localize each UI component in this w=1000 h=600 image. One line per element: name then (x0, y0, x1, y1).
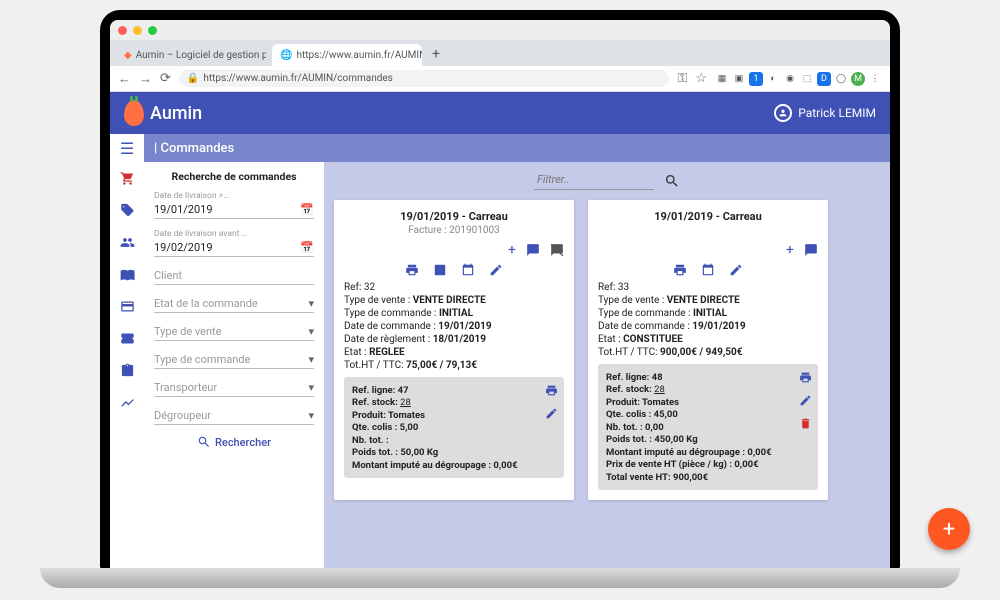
edit-icon[interactable] (545, 406, 558, 421)
card-header: 19/01/2019 - Carreau (598, 210, 818, 223)
line-detail: Ref. ligne: 48 Ref. stock: 28 Produit: T… (598, 364, 818, 490)
print-icon[interactable] (799, 370, 812, 385)
degroupeur-field[interactable]: Dégroupeur ▾ (154, 407, 314, 425)
laptop-base (40, 568, 960, 588)
tag-icon[interactable] (120, 200, 135, 218)
calendar-icon[interactable] (461, 262, 475, 278)
type-cmd-field[interactable]: Type de commande ▾ (154, 351, 314, 369)
browser-tab-2[interactable]: 🌐 https://www.aumin.fr/AUMIN/c… × (272, 44, 422, 66)
type-vente-field[interactable]: Type de vente ▾ (154, 323, 314, 341)
clipboard-icon[interactable] (120, 360, 135, 378)
new-tab-button[interactable]: + (422, 42, 450, 66)
extension-icon[interactable]: D (817, 72, 831, 86)
chevron-down-icon: ▾ (308, 297, 314, 310)
chevron-down-icon: ▾ (308, 353, 314, 366)
user-menu[interactable]: Patrick LEMIM (774, 104, 876, 122)
print-icon[interactable] (673, 262, 687, 278)
chart-icon[interactable] (120, 392, 135, 410)
transporteur-field[interactable]: Transporteur ▾ (154, 379, 314, 397)
subheader: ☰ | Commandes (110, 134, 890, 162)
forward-icon[interactable]: → (139, 71, 152, 87)
back-icon[interactable]: ← (118, 71, 131, 87)
calendar-icon[interactable]: 📅 (300, 203, 314, 216)
app-header: Aumin Patrick LEMIM (110, 92, 890, 134)
message-icon[interactable] (526, 242, 540, 258)
order-card: 19/01/2019 - Carreau Facture : 201901003… (334, 200, 574, 500)
close-window-icon[interactable] (118, 26, 127, 35)
url-text: https://www.aumin.fr/AUMIN/commandes (203, 73, 392, 84)
browser-tabs: ◆ Aumin – Logiciel de gestion pou… × 🌐 h… (110, 40, 890, 66)
print-icon[interactable] (545, 383, 558, 398)
search-button[interactable]: Rechercher (154, 435, 314, 449)
card-header: 19/01/2019 - Carreau (344, 210, 564, 223)
sidebar (110, 162, 144, 570)
page-title: | Commandes (144, 141, 234, 156)
search-icon[interactable] (664, 171, 680, 190)
address-bar: ← → ⟳ 🔒 https://www.aumin.fr/AUMIN/comma… (110, 66, 890, 92)
brand-name: Aumin (150, 103, 202, 124)
edit-icon[interactable] (729, 262, 743, 278)
carrot-icon (124, 100, 144, 126)
minimize-window-icon[interactable] (133, 26, 142, 35)
ref-line: Ref: 32 (344, 282, 564, 293)
delete-icon[interactable] (799, 416, 812, 431)
etat-field[interactable]: Etat de la commande ▾ (154, 295, 314, 313)
reload-icon[interactable]: ⟳ (160, 71, 171, 86)
edit-icon[interactable] (799, 393, 812, 408)
chevron-down-icon: ▾ (308, 381, 314, 394)
add-icon[interactable]: + (786, 242, 794, 258)
cart-icon[interactable] (120, 168, 135, 186)
chevron-down-icon: ▾ (308, 409, 314, 422)
ref-line: Ref: 33 (598, 282, 818, 293)
calendar-icon[interactable]: 📅 (300, 241, 314, 254)
extension-icon[interactable]: ◐ (766, 72, 780, 86)
url-input[interactable]: 🔒 https://www.aumin.fr/AUMIN/commandes (179, 70, 670, 87)
profile-avatar-icon[interactable]: M (851, 72, 865, 86)
menu-toggle-button[interactable]: ☰ (110, 134, 144, 162)
date-before-field[interactable]: Date de livraison avant … 19/02/2019 📅 (154, 229, 314, 257)
maximize-window-icon[interactable] (148, 26, 157, 35)
browser-tab-1[interactable]: ◆ Aumin – Logiciel de gestion pou… × (116, 44, 266, 66)
notebook-icon[interactable] (433, 262, 447, 278)
add-icon[interactable]: + (508, 242, 516, 258)
client-field[interactable]: Client (154, 267, 314, 285)
extension-icon[interactable]: ▦ (715, 72, 729, 86)
menu-icon[interactable]: ⋮ (868, 72, 882, 86)
favicon-icon: 🌐 (280, 50, 292, 61)
people-icon[interactable] (120, 232, 135, 250)
date-after-field[interactable]: Date de livraison >… 19/01/2019 📅 (154, 191, 314, 219)
card-invoice: Facture : 201901003 (344, 225, 564, 236)
extension-icon[interactable]: 1 (749, 72, 763, 86)
print-icon[interactable] (405, 262, 419, 278)
mac-window-controls (110, 20, 890, 40)
message-off-icon[interactable] (550, 242, 564, 258)
user-name: Patrick LEMIM (798, 106, 876, 120)
main-content: 19/01/2019 - Carreau Facture : 201901003… (324, 162, 890, 570)
extension-icon[interactable]: ◯ (834, 72, 848, 86)
book-icon[interactable] (120, 264, 135, 282)
extension-icon[interactable]: ▣ (732, 72, 746, 86)
card-icon[interactable] (120, 296, 135, 314)
user-icon (774, 104, 792, 122)
search-title: Recherche de commandes (154, 170, 314, 183)
calendar-icon[interactable] (701, 262, 715, 278)
lock-icon: 🔒 (187, 73, 199, 84)
search-panel: Recherche de commandes Date de livraison… (144, 162, 324, 570)
order-card: 19/01/2019 - Carreau + Ref: 33 Type de v… (588, 200, 828, 500)
app-logo[interactable]: Aumin (124, 100, 202, 126)
line-detail: Ref. ligne: 47 Ref. stock: 28 Produit: T… (344, 377, 564, 478)
filter-input[interactable] (534, 170, 654, 190)
favicon-icon: ◆ (124, 50, 132, 61)
fab-add-button[interactable]: + (928, 508, 970, 550)
extension-icon[interactable]: ⬚ (800, 72, 814, 86)
tab-title: Aumin – Logiciel de gestion pou… (136, 50, 266, 61)
ticket-icon[interactable] (120, 328, 135, 346)
edit-icon[interactable] (489, 262, 503, 278)
tab-title: https://www.aumin.fr/AUMIN/c… (296, 50, 422, 61)
key-icon[interactable]: ⚿ (677, 71, 687, 86)
star-icon[interactable]: ☆ (695, 71, 707, 86)
extension-icon[interactable]: ◉ (783, 72, 797, 86)
message-icon[interactable] (804, 242, 818, 258)
chevron-down-icon: ▾ (308, 325, 314, 338)
